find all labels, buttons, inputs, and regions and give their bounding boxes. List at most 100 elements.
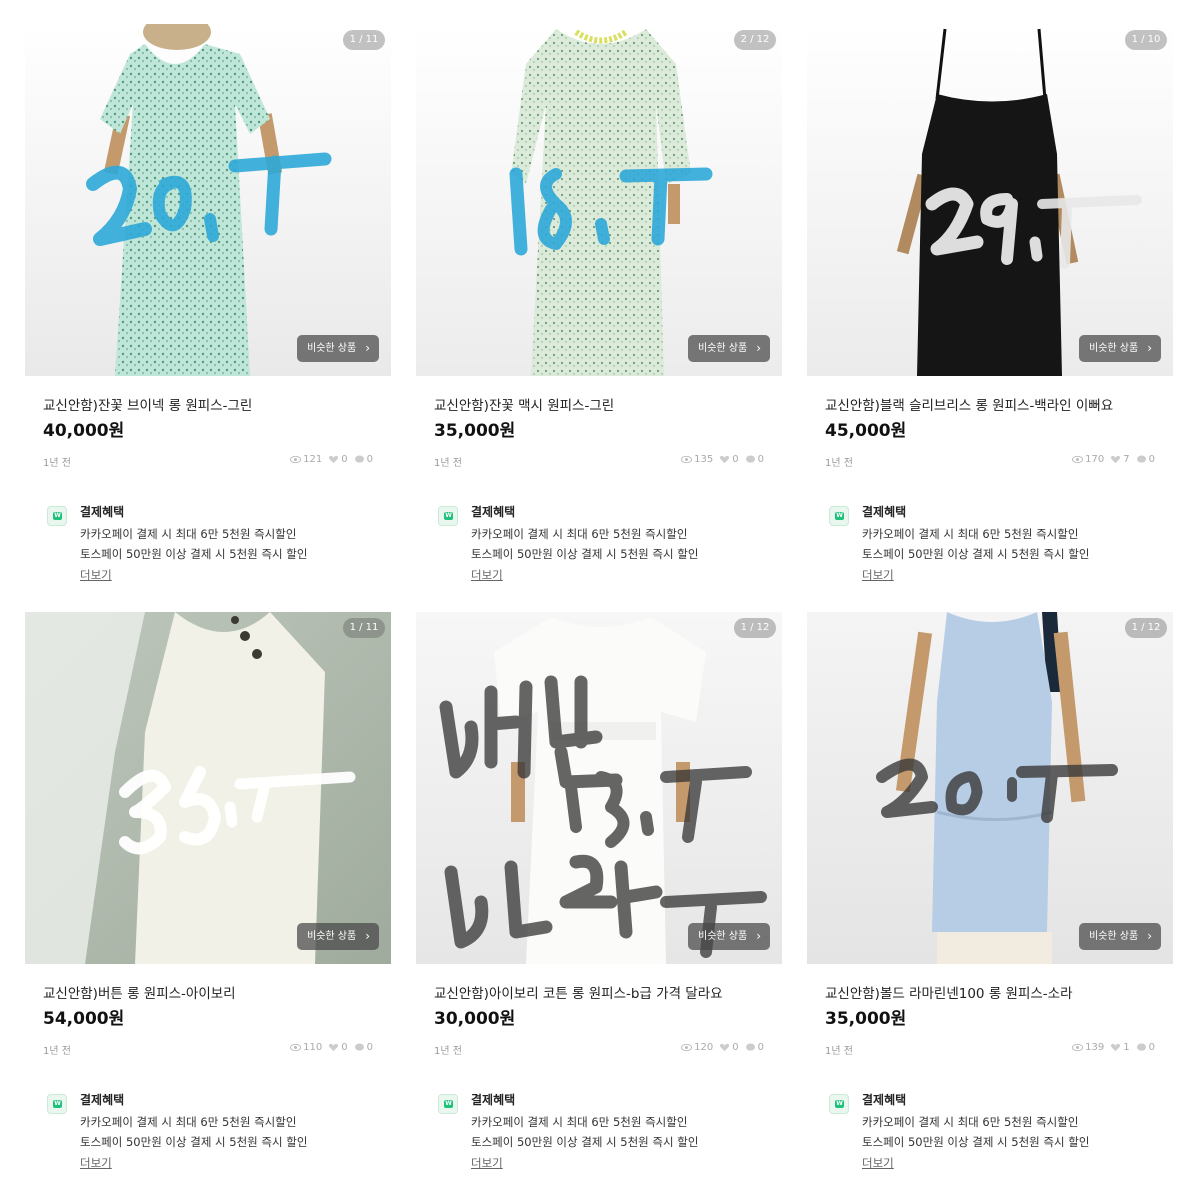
payment-benefit-icon: W: [438, 1094, 458, 1114]
product-card[interactable]: 1 / 10 비슷한 상품 › 교신안함)블랙 슬리브리스 롱 원피스-백라인 …: [807, 24, 1173, 599]
benefit-tosspay: 토스페이 50만원 이상 결제 시 5천원 즉시 할인: [80, 1135, 308, 1149]
heart-icon: [720, 1043, 730, 1052]
more-link[interactable]: 더보기: [80, 1155, 112, 1171]
like-count: 0: [732, 1042, 739, 1053]
chevron-right-icon: ›: [756, 341, 761, 355]
product-photo[interactable]: 1 / 12 비슷한 상품 ›: [807, 612, 1173, 964]
eye-icon: [681, 1043, 693, 1052]
product-title[interactable]: 교신안함)잔꽃 브이넥 롱 원피스-그린: [43, 394, 252, 414]
eye-icon: [1072, 1043, 1084, 1052]
more-link[interactable]: 더보기: [471, 567, 503, 583]
payment-benefit-icon: W: [438, 506, 458, 526]
more-link[interactable]: 더보기: [862, 1155, 894, 1171]
product-photo[interactable]: 1 / 12 비슷한 상품 ›: [416, 612, 782, 964]
like-count: 0: [341, 454, 348, 465]
like-count: 1: [1123, 1042, 1130, 1053]
product-card[interactable]: 1 / 12 비슷한 상품 › 교신안함)볼드 라마린넨100 롱 원피스-소라…: [807, 612, 1173, 1187]
payment-benefit-icon: W: [47, 506, 67, 526]
product-stats: 121 0 0: [290, 454, 373, 465]
image-pager: 1 / 12: [1125, 618, 1167, 638]
product-photo[interactable]: 1 / 11 비슷한 상품 ›: [25, 24, 391, 376]
product-price: 40,000원: [43, 421, 125, 441]
similar-products-button[interactable]: 비슷한 상품 ›: [297, 923, 379, 950]
view-count: 110: [303, 1042, 323, 1053]
chat-icon: [1136, 455, 1146, 463]
more-link[interactable]: 더보기: [471, 1155, 503, 1171]
product-price: 45,000원: [825, 421, 907, 441]
product-title[interactable]: 교신안함)아이보리 코튼 롱 원피스-b급 가격 달라요: [434, 982, 723, 1002]
view-count: 135: [694, 454, 714, 465]
similar-products-button[interactable]: 비슷한 상품 ›: [1079, 923, 1161, 950]
product-price: 35,000원: [825, 1009, 907, 1029]
like-count: 0: [341, 1042, 348, 1053]
similar-products-button[interactable]: 비슷한 상품 ›: [297, 335, 379, 362]
chat-icon: [745, 1043, 755, 1051]
benefit-kakaopay: 카카오페이 결제 시 최대 6만 5천원 즉시할인: [471, 527, 688, 541]
product-price: 30,000원: [434, 1009, 516, 1029]
product-title[interactable]: 교신안함)버튼 롱 원피스-아이보리: [43, 982, 236, 1002]
image-pager: 2 / 12: [734, 30, 776, 50]
product-photo[interactable]: 1 / 11 비슷한 상품 ›: [25, 612, 391, 964]
similar-products-label: 비슷한 상품: [1089, 343, 1139, 354]
chat-count: 0: [1148, 454, 1155, 465]
image-pager: 1 / 10: [1125, 30, 1167, 50]
chevron-right-icon: ›: [365, 929, 370, 943]
view-count: 121: [303, 454, 323, 465]
view-count: 170: [1085, 454, 1105, 465]
heart-icon: [329, 455, 339, 464]
time-ago: 1년 전: [825, 1046, 853, 1057]
like-count: 7: [1123, 454, 1130, 465]
benefit-title: 결제혜택: [862, 505, 907, 519]
product-stats: 135 0 0: [681, 454, 764, 465]
like-count: 0: [732, 454, 739, 465]
chat-count: 0: [757, 454, 764, 465]
heart-icon: [720, 455, 730, 464]
similar-products-label: 비슷한 상품: [698, 931, 748, 942]
chat-count: 0: [1148, 1042, 1155, 1053]
payment-benefit-icon: W: [47, 1094, 67, 1114]
product-photo[interactable]: 1 / 10 비슷한 상품 ›: [807, 24, 1173, 376]
more-link[interactable]: 더보기: [80, 567, 112, 583]
chat-count: 0: [366, 1042, 373, 1053]
similar-products-label: 비슷한 상품: [307, 931, 357, 942]
product-stats: 139 1 0: [1072, 1042, 1155, 1053]
product-title[interactable]: 교신안함)잔꽃 맥시 원피스-그린: [434, 394, 614, 414]
time-ago: 1년 전: [43, 458, 71, 469]
view-count: 139: [1085, 1042, 1105, 1053]
similar-products-button[interactable]: 비슷한 상품 ›: [688, 923, 770, 950]
dress-photo-image: [25, 612, 391, 964]
chat-icon: [1136, 1043, 1146, 1051]
chat-count: 0: [366, 454, 373, 465]
product-card[interactable]: 2 / 12 비슷한 상품 › 교신안함)잔꽃 맥시 원피스-그린 35,000…: [416, 24, 782, 599]
similar-products-label: 비슷한 상품: [1089, 931, 1139, 942]
more-link[interactable]: 더보기: [862, 567, 894, 583]
time-ago: 1년 전: [43, 1046, 71, 1057]
product-card[interactable]: 1 / 12 비슷한 상품 › 교신안함)아이보리 코튼 롱 원피스-b급 가격…: [416, 612, 782, 1187]
benefit-tosspay: 토스페이 50만원 이상 결제 시 5천원 즉시 할인: [862, 547, 1090, 561]
product-title[interactable]: 교신안함)블랙 슬리브리스 롱 원피스-백라인 이뻐요: [825, 394, 1113, 414]
heart-icon: [1111, 455, 1121, 464]
benefit-kakaopay: 카카오페이 결제 시 최대 6만 5천원 즉시할인: [80, 1115, 297, 1129]
product-title[interactable]: 교신안함)볼드 라마린넨100 롱 원피스-소라: [825, 982, 1073, 1002]
dress-photo-image: [416, 612, 782, 964]
benefit-kakaopay: 카카오페이 결제 시 최대 6만 5천원 즉시할인: [80, 527, 297, 541]
dress-photo-image: [807, 612, 1173, 964]
benefit-title: 결제혜택: [80, 505, 125, 519]
product-photo[interactable]: 2 / 12 비슷한 상품 ›: [416, 24, 782, 376]
product-card[interactable]: 1 / 11 비슷한 상품 › 교신안함)잔꽃 브이넥 롱 원피스-그린 40,…: [25, 24, 391, 599]
similar-products-button[interactable]: 비슷한 상품 ›: [688, 335, 770, 362]
eye-icon: [1072, 455, 1084, 464]
image-pager: 1 / 12: [734, 618, 776, 638]
time-ago: 1년 전: [434, 1046, 462, 1057]
chevron-right-icon: ›: [1147, 341, 1152, 355]
chevron-right-icon: ›: [756, 929, 761, 943]
similar-products-button[interactable]: 비슷한 상품 ›: [1079, 335, 1161, 362]
product-card[interactable]: 1 / 11 비슷한 상품 › 교신안함)버튼 롱 원피스-아이보리 54,00…: [25, 612, 391, 1187]
chevron-right-icon: ›: [1147, 929, 1152, 943]
payment-benefit-icon: W: [829, 1094, 849, 1114]
benefit-kakaopay: 카카오페이 결제 시 최대 6만 5천원 즉시할인: [471, 1115, 688, 1129]
chat-count: 0: [757, 1042, 764, 1053]
heart-icon: [1111, 1043, 1121, 1052]
similar-products-label: 비슷한 상품: [698, 343, 748, 354]
benefit-kakaopay: 카카오페이 결제 시 최대 6만 5천원 즉시할인: [862, 527, 1079, 541]
